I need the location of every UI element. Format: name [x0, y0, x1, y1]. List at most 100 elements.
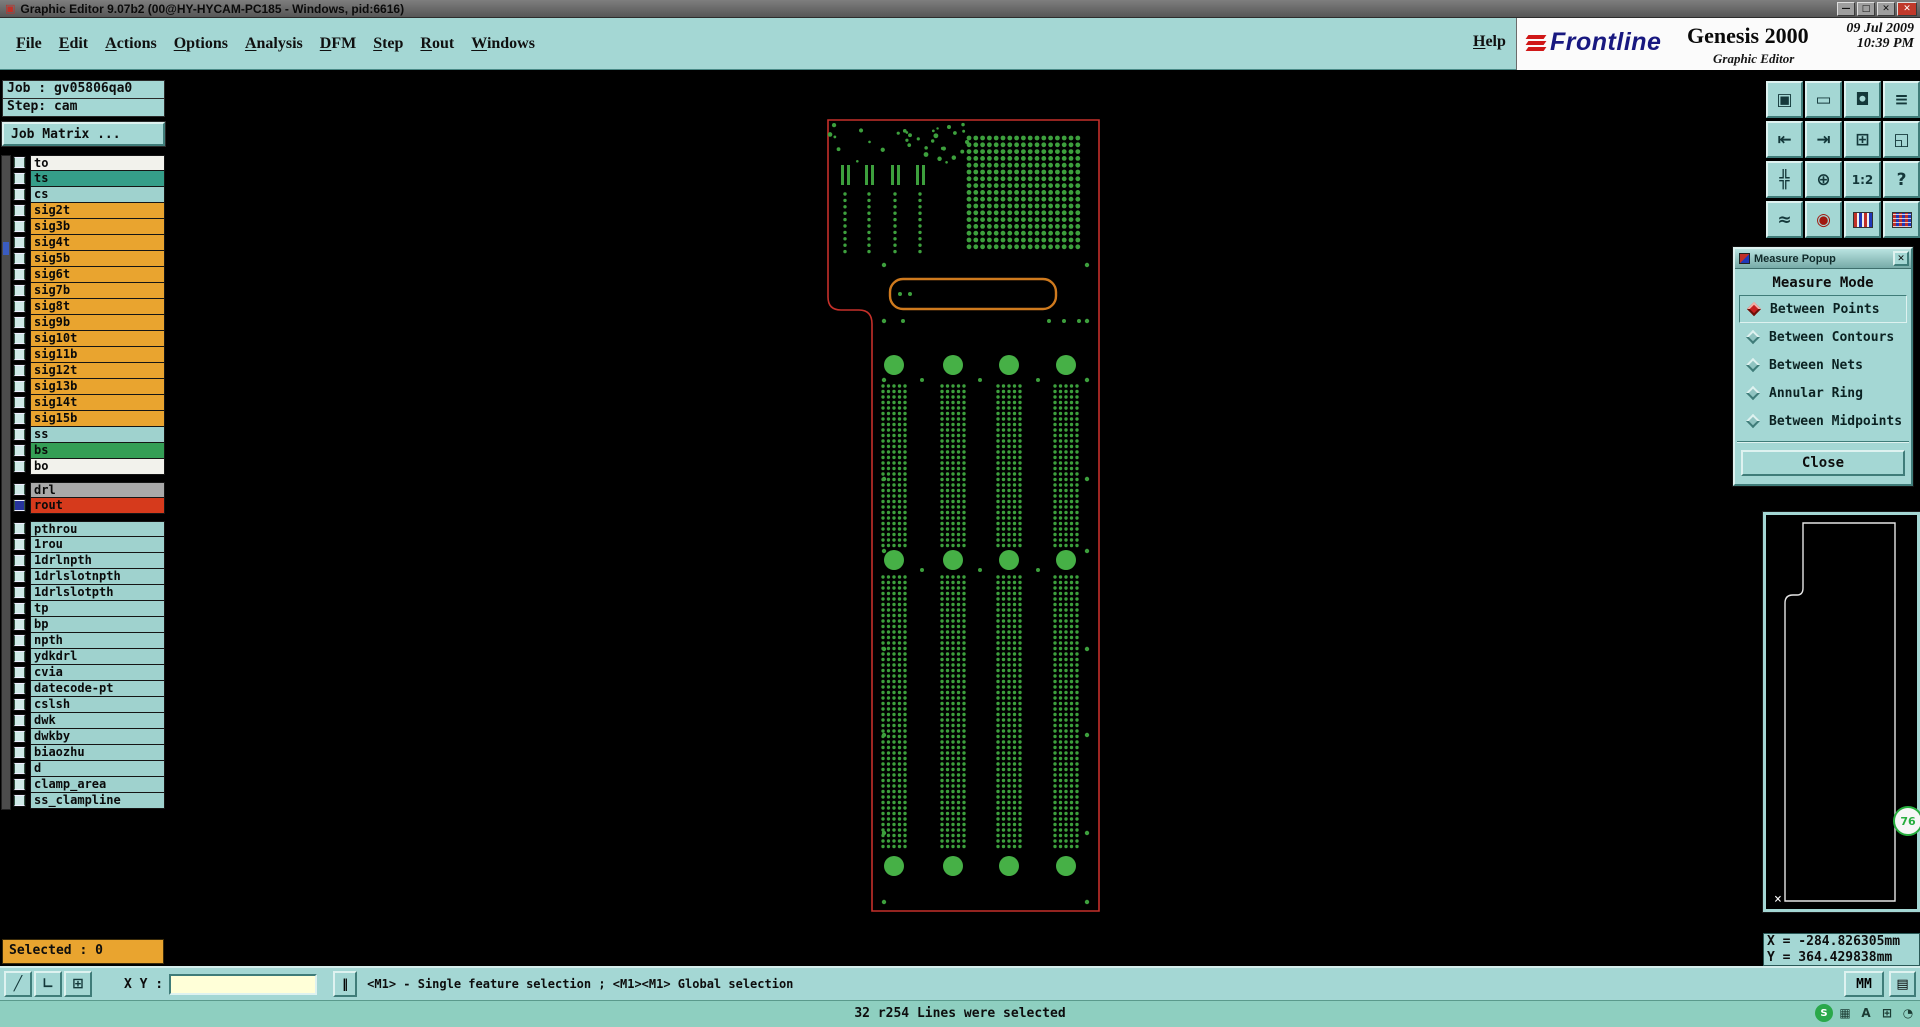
layer-name[interactable]: bo: [30, 459, 165, 475]
netlist-colors-button[interactable]: [1844, 201, 1881, 238]
notification-badge[interactable]: 76: [1893, 806, 1920, 836]
pan-left-button[interactable]: ⇤: [1766, 121, 1803, 158]
menu-file[interactable]: File: [16, 35, 42, 53]
layer-row-1drlslotpth[interactable]: 1drlslotpth: [12, 585, 165, 601]
layer-checkbox[interactable]: [14, 747, 25, 758]
layer-name[interactable]: sig4t: [30, 235, 165, 251]
layer-row-ts[interactable]: ts: [12, 171, 165, 187]
layer-row-rout[interactable]: rout: [12, 498, 165, 514]
layer-name[interactable]: sig5b: [30, 251, 165, 267]
layer-row-sig8t[interactable]: sig8t: [12, 299, 165, 315]
color-grid-button[interactable]: [1883, 201, 1920, 238]
layer-checkbox[interactable]: [14, 381, 25, 392]
layer-checkbox[interactable]: [14, 461, 25, 472]
polyline-tool-button[interactable]: ∟: [34, 971, 62, 997]
layer-row-1rou[interactable]: 1rou: [12, 537, 165, 553]
tray-input-icon[interactable]: ▦: [1836, 1004, 1854, 1022]
layer-name[interactable]: 1drlslotnpth: [30, 569, 165, 585]
layer-name[interactable]: dwkby: [30, 729, 165, 745]
layer-checkbox[interactable]: [14, 539, 25, 550]
layer-name[interactable]: drl: [30, 482, 165, 498]
layer-checkbox[interactable]: [14, 523, 25, 534]
pcb-canvas[interactable]: [206, 70, 1920, 966]
layer-row-sig13b[interactable]: sig13b: [12, 379, 165, 395]
layer-row-pthrou[interactable]: pthrou: [12, 521, 165, 537]
layer-checkbox[interactable]: [14, 221, 25, 232]
menu-dfm[interactable]: DFM: [320, 35, 356, 53]
layer-name[interactable]: ss_clampline: [30, 793, 165, 809]
menu-options[interactable]: Options: [174, 35, 228, 53]
layer-row-ydkdrl[interactable]: ydkdrl: [12, 649, 165, 665]
layer-name[interactable]: to: [30, 155, 165, 171]
layer-name[interactable]: pthrou: [30, 521, 165, 537]
layer-name[interactable]: sig15b: [30, 411, 165, 427]
popup-close-icon[interactable]: ✕: [1893, 251, 1909, 266]
layer-row-dwk[interactable]: dwk: [12, 713, 165, 729]
lock-button[interactable]: ◘: [1844, 81, 1881, 118]
tray-messenger-icon[interactable]: S: [1815, 1004, 1833, 1022]
layer-checkbox[interactable]: [14, 795, 25, 806]
maximize-button[interactable]: □: [1857, 1, 1875, 16]
layer-checkbox[interactable]: [14, 603, 25, 614]
layer-row-sig10t[interactable]: sig10t: [12, 331, 165, 347]
measure-popup-titlebar[interactable]: Measure Popup ✕: [1735, 249, 1911, 269]
overlap-windows-button[interactable]: ◱: [1883, 121, 1920, 158]
layer-row-ss[interactable]: ss: [12, 427, 165, 443]
layer-checkbox[interactable]: [14, 365, 25, 376]
layer-name[interactable]: sig13b: [30, 379, 165, 395]
layer-row-sig3b[interactable]: sig3b: [12, 219, 165, 235]
tray-lang-icon[interactable]: A: [1857, 1004, 1875, 1022]
measure-option-between-contours[interactable]: Between Contours: [1739, 323, 1907, 351]
layer-name[interactable]: bs: [30, 443, 165, 459]
layer-name[interactable]: 1drlslotpth: [30, 585, 165, 601]
layer-checkbox[interactable]: [14, 445, 25, 456]
layer-name[interactable]: sig3b: [30, 219, 165, 235]
layer-name[interactable]: bp: [30, 617, 165, 633]
layer-name[interactable]: tp: [30, 601, 165, 617]
zoom-ratio-button[interactable]: 1:2: [1844, 161, 1881, 198]
layer-row-sig9b[interactable]: sig9b: [12, 315, 165, 331]
layer-row-sig5b[interactable]: sig5b: [12, 251, 165, 267]
layer-checkbox[interactable]: [14, 429, 25, 440]
layer-row-ss_clampline[interactable]: ss_clampline: [12, 793, 165, 809]
layer-checkbox[interactable]: [14, 317, 25, 328]
layer-row-sig6t[interactable]: sig6t: [12, 267, 165, 283]
layer-row-sig15b[interactable]: sig15b: [12, 411, 165, 427]
layer-name[interactable]: sig12t: [30, 363, 165, 379]
layer-row-cslsh[interactable]: cslsh: [12, 697, 165, 713]
layer-checkbox[interactable]: [14, 635, 25, 646]
layer-row-bp[interactable]: bp: [12, 617, 165, 633]
layer-checkbox[interactable]: [14, 651, 25, 662]
wave-button[interactable]: ≈: [1766, 201, 1803, 238]
side-panel-button[interactable]: ▤: [1889, 971, 1916, 997]
zoom-window-button[interactable]: ⊞: [1844, 121, 1881, 158]
layer-name[interactable]: sig11b: [30, 347, 165, 363]
layer-scrollbar[interactable]: [1, 155, 11, 810]
layer-name[interactable]: cslsh: [30, 697, 165, 713]
layer-row-sig4t[interactable]: sig4t: [12, 235, 165, 251]
layer-row-sig7b[interactable]: sig7b: [12, 283, 165, 299]
layer-name[interactable]: 1drlnpth: [30, 553, 165, 569]
layer-list-button[interactable]: ≡: [1883, 81, 1920, 118]
tray-keyboard-icon[interactable]: ⊞: [1878, 1004, 1896, 1022]
layer-name[interactable]: cvia: [30, 665, 165, 681]
measure-option-annular-ring[interactable]: Annular Ring: [1739, 379, 1907, 407]
layer-row-sig2t[interactable]: sig2t: [12, 203, 165, 219]
layer-checkbox[interactable]: [14, 285, 25, 296]
layer-checkbox[interactable]: [14, 619, 25, 630]
layer-row-bo[interactable]: bo: [12, 459, 165, 475]
layer-name[interactable]: sig9b: [30, 315, 165, 331]
move-view-button[interactable]: ╬: [1766, 161, 1803, 198]
layer-checkbox[interactable]: [14, 587, 25, 598]
measure-option-between-points[interactable]: Between Points: [1739, 295, 1907, 323]
layer-name[interactable]: sig14t: [30, 395, 165, 411]
layer-checkbox[interactable]: [14, 683, 25, 694]
layer-row-drl[interactable]: drl: [12, 482, 165, 498]
menu-windows[interactable]: Windows: [471, 35, 535, 53]
layer-checkbox[interactable]: [14, 763, 25, 774]
layer-checkbox[interactable]: [14, 349, 25, 360]
layer-checkbox[interactable]: [14, 269, 25, 280]
layer-name[interactable]: dwk: [30, 713, 165, 729]
layer-name[interactable]: biaozhu: [30, 745, 165, 761]
layer-name[interactable]: npth: [30, 633, 165, 649]
